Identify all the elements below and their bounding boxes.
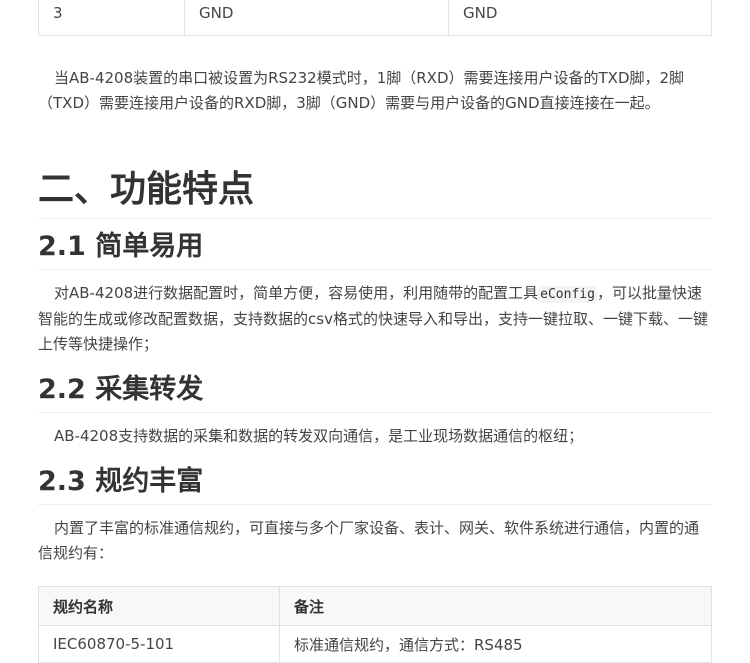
subsection-heading-2-2: 2.2 采集转发	[38, 372, 712, 413]
subsection-heading-2-3: 2.3 规约丰富	[38, 464, 712, 505]
table-row: 3 GND GND	[38, 0, 712, 36]
table-cell: GND	[184, 0, 449, 36]
column-header: 规约名称	[38, 586, 280, 626]
pin-table: 3 GND GND	[38, 0, 712, 36]
table-row: IEC60870-5-101 标准通信规约，通信方式：RS485	[38, 625, 712, 663]
section-heading-features: 二、功能特点	[38, 168, 712, 219]
table-cell: 标准通信规约，通信方式：RS485	[279, 625, 712, 663]
rs232-paragraph: 当AB-4208装置的串口被设置为RS232模式时，1脚（RXD）需要连接用户设…	[38, 69, 685, 112]
inline-code: eConfig	[538, 286, 597, 303]
protocol-table: 规约名称 备注 IEC60870-5-101 标准通信规约，通信方式：RS485	[38, 586, 712, 663]
paragraph-text: 对AB-4208进行数据配置时，简单方便，容易使用，利用随带的配置工具	[54, 284, 539, 302]
table-cell: 3	[38, 0, 185, 36]
table-header-row: 规约名称 备注	[38, 586, 712, 626]
paragraph-2-2: AB-4208支持数据的采集和数据的转发双向通信，是工业现场数据通信的枢纽；	[54, 427, 584, 445]
paragraph-2-3: 内置了丰富的标准通信规约，可直接与多个厂家设备、表计、网关、软件系统进行通信，内…	[38, 519, 700, 562]
table-cell: GND	[448, 0, 712, 36]
column-header: 备注	[279, 586, 712, 626]
table-cell: IEC60870-5-101	[38, 625, 280, 663]
subsection-heading-2-1: 2.1 简单易用	[38, 229, 712, 270]
paragraph-2-1: 对AB-4208进行数据配置时，简单方便，容易使用，利用随带的配置工具 eConf…	[38, 281, 712, 357]
